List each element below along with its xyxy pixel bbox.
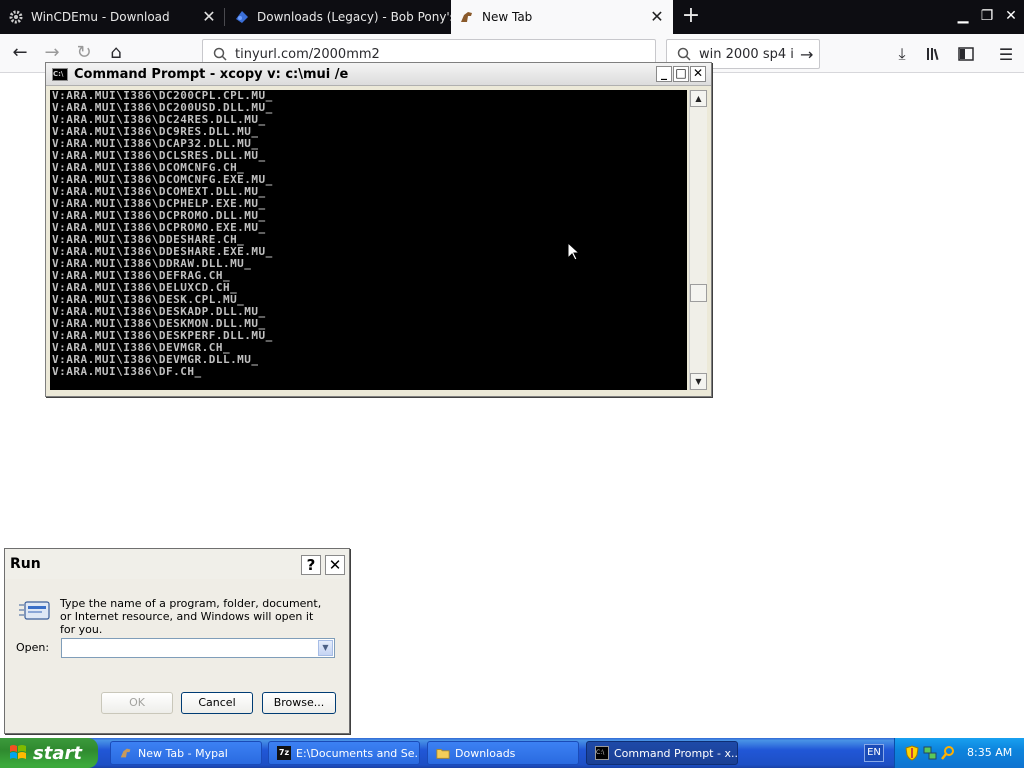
- forward-arrow-icon[interactable]: →: [41, 42, 63, 64]
- taskbar-item-command-prompt[interactable]: C:\ Command Prompt - x...: [586, 741, 738, 765]
- network-icon[interactable]: [923, 745, 937, 761]
- windows-logo-icon: [10, 745, 26, 759]
- close-icon[interactable]: ✕: [325, 555, 345, 575]
- close-icon[interactable]: ✕: [690, 66, 706, 82]
- tab-label: New Tab: [482, 10, 533, 24]
- system-tray: 8:35 AM: [894, 738, 1024, 768]
- tab-bob-pony[interactable]: Downloads (Legacy) - Bob Pony's: [226, 0, 451, 34]
- search-icon: [677, 47, 691, 61]
- browser-tab-bar: WinCDEmu - Download ✕ Downloads (Legacy)…: [0, 0, 1024, 34]
- tab-label: WinCDEmu - Download: [31, 10, 170, 24]
- tab-new-tab[interactable]: New Tab ✕: [451, 0, 673, 34]
- open-label: Open:: [16, 641, 50, 654]
- restore-icon[interactable]: ❐: [976, 5, 998, 27]
- maximize-icon[interactable]: □: [673, 66, 689, 82]
- url-text: tinyurl.com/2000mm2: [235, 46, 380, 62]
- help-button[interactable]: ?: [301, 555, 321, 575]
- open-combobox[interactable]: ▼: [61, 638, 335, 658]
- sidebar-icon[interactable]: [956, 44, 976, 64]
- horse-icon: [120, 748, 131, 758]
- chevron-down-icon[interactable]: ▼: [318, 640, 333, 656]
- search-go-arrow-icon[interactable]: →: [800, 45, 813, 64]
- taskbar-item-label: E:\Documents and Se...: [296, 746, 420, 760]
- search-text: win 2000 sp4 iso: [699, 46, 794, 62]
- home-icon[interactable]: ⌂: [105, 42, 127, 64]
- run-program-icon: [19, 599, 51, 621]
- tab-close-icon[interactable]: ✕: [201, 9, 217, 25]
- tab-label: Downloads (Legacy) - Bob Pony's: [257, 10, 451, 24]
- library-icon[interactable]: [924, 44, 944, 64]
- command-prompt-window[interactable]: C:\ Command Prompt - xcopy v: c:\mui /e …: [45, 62, 712, 397]
- security-shield-icon[interactable]: [905, 745, 919, 761]
- cmd-icon: C:\: [595, 746, 609, 760]
- cmd-console-output[interactable]: V:ARA.MUI\I386\DC200CPL.CPL.MU_ V:ARA.MUI…: [50, 90, 687, 390]
- reload-icon[interactable]: ↻: [73, 42, 95, 64]
- puzzle-icon: [234, 9, 250, 25]
- menu-hamburger-icon[interactable]: ☰: [996, 44, 1016, 64]
- scroll-up-arrow-icon[interactable]: ▲: [690, 90, 707, 107]
- search-icon[interactable]: [941, 745, 955, 761]
- browse-button[interactable]: Browse...: [262, 692, 336, 714]
- start-button[interactable]: start: [0, 738, 98, 768]
- run-dialog[interactable]: Run ? ✕ Type the name of a program, fold…: [4, 548, 350, 734]
- 7zip-icon: 7z: [277, 746, 291, 760]
- run-description: Type the name of a program, folder, docu…: [60, 597, 322, 636]
- cmd-title-bar[interactable]: C:\ Command Prompt - xcopy v: c:\mui /e …: [46, 63, 711, 86]
- download-icon[interactable]: ⤓: [892, 44, 912, 64]
- taskbar: start New Tab - Mypal 7z E:\Documents an…: [0, 738, 1024, 768]
- scroll-thumb[interactable]: [690, 284, 707, 302]
- minimize-icon[interactable]: _: [656, 66, 672, 82]
- cancel-button[interactable]: Cancel: [181, 692, 253, 714]
- mouse-cursor-icon: [568, 243, 580, 261]
- minimize-icon[interactable]: ▁: [952, 5, 974, 27]
- scroll-down-arrow-icon[interactable]: ▼: [690, 373, 707, 390]
- taskbar-item-label: Command Prompt - x...: [614, 746, 738, 760]
- tab-close-icon[interactable]: ✕: [649, 9, 665, 25]
- run-title-bar[interactable]: Run ? ✕: [5, 549, 349, 579]
- horse-icon: [459, 9, 475, 25]
- taskbar-item-label: Downloads: [455, 746, 516, 760]
- cmd-icon: C:\: [52, 67, 68, 81]
- cmd-title: Command Prompt - xcopy v: c:\mui /e: [74, 66, 349, 82]
- new-tab-plus-icon[interactable]: +: [680, 5, 702, 28]
- ok-button[interactable]: OK: [101, 692, 173, 714]
- search-icon: [213, 47, 227, 61]
- console-line: V:ARA.MUI\I386\DF.CH_: [52, 365, 202, 378]
- start-label: start: [33, 742, 82, 764]
- taskbar-item-label: New Tab - Mypal: [138, 746, 228, 760]
- clock[interactable]: 8:35 AM: [967, 746, 1012, 759]
- tab-wincdemu[interactable]: WinCDEmu - Download ✕: [0, 0, 225, 34]
- folder-icon: [436, 749, 450, 759]
- language-indicator[interactable]: EN: [864, 744, 884, 762]
- close-icon[interactable]: ✕: [1000, 5, 1022, 27]
- cmd-vertical-scrollbar[interactable]: ▲ ▼: [689, 90, 707, 390]
- taskbar-item-downloads[interactable]: Downloads: [427, 741, 579, 765]
- gear-icon: [8, 9, 24, 25]
- taskbar-item-mypal[interactable]: New Tab - Mypal: [110, 741, 262, 765]
- run-title: Run: [10, 556, 41, 572]
- back-arrow-icon[interactable]: ←: [9, 42, 31, 64]
- taskbar-item-7zip[interactable]: 7z E:\Documents and Se...: [268, 741, 420, 765]
